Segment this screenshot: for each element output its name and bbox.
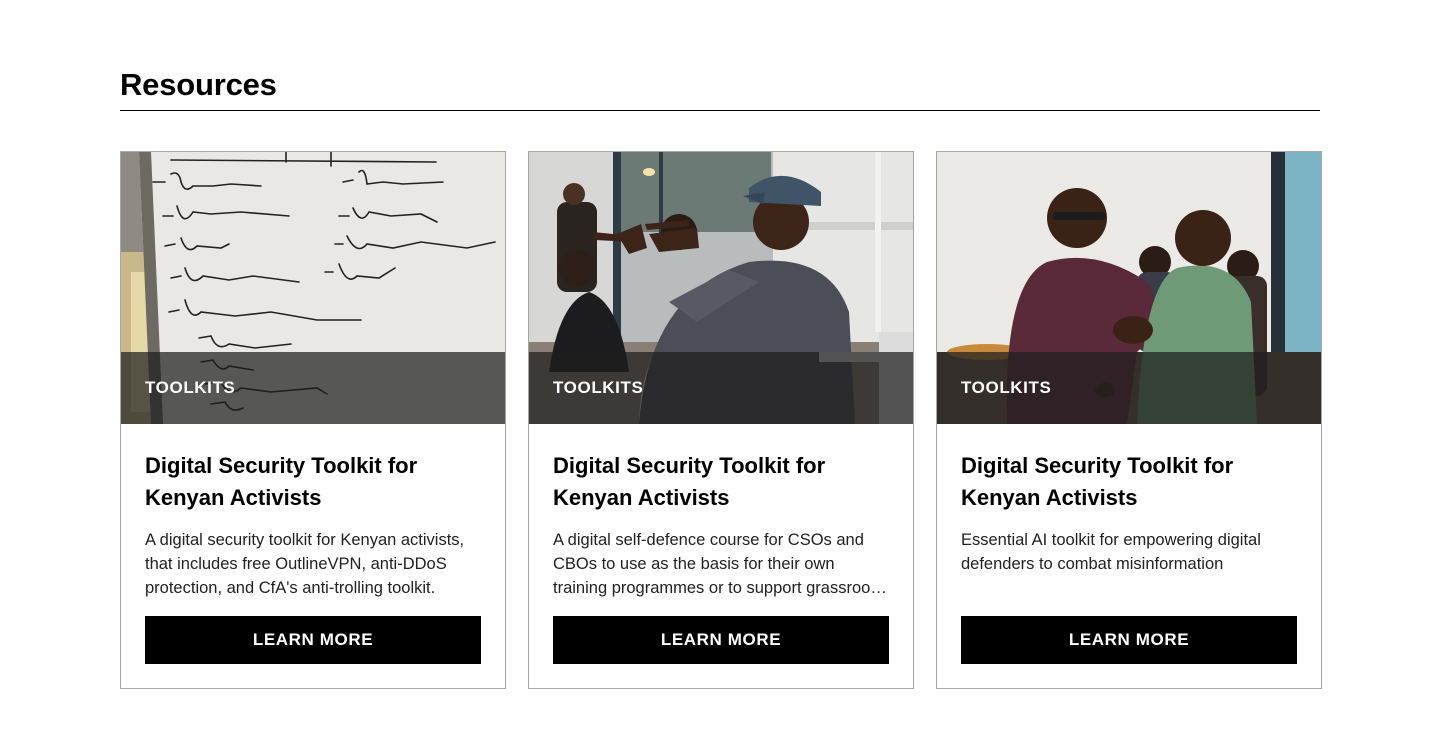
tag-label[interactable]: TOOLKITS: [553, 378, 643, 398]
card-image-greeting[interactable]: TOOLKITS: [937, 152, 1321, 424]
card-description: A digital security toolkit for Kenyan ac…: [145, 531, 465, 597]
tag-overlay: TOOLKITS: [121, 352, 505, 424]
learn-more-button[interactable]: LEARN MORE: [145, 616, 481, 664]
tag-label[interactable]: TOOLKITS: [145, 378, 235, 398]
learn-more-button[interactable]: LEARN MORE: [961, 616, 1297, 664]
card-body: Digital Security Toolkit for Kenyan Acti…: [553, 424, 889, 688]
tag-label[interactable]: TOOLKITS: [961, 378, 1051, 398]
card-title[interactable]: Digital Security Toolkit for Kenyan Acti…: [145, 450, 481, 514]
card-body: Digital Security Toolkit for Kenyan Acti…: [145, 424, 481, 688]
card-image-whiteboard[interactable]: TOOLKITS: [121, 152, 505, 424]
section-title: Resources: [120, 67, 277, 102]
resource-card[interactable]: TOOLKITS Digital Security Toolkit for Ke…: [120, 151, 506, 689]
resource-card[interactable]: TOOLKITS Digital Security Toolkit for Ke…: [528, 151, 914, 689]
card-title[interactable]: Digital Security Toolkit for Kenyan Acti…: [961, 450, 1297, 514]
card-image-workshop[interactable]: TOOLKITS: [529, 152, 913, 424]
resource-card[interactable]: TOOLKITS Digital Security Toolkit for Ke…: [936, 151, 1322, 689]
resources-section: Resources TOOLKITS Digital Security Tool…: [120, 60, 1322, 689]
card-description: A digital self-defence course for CSOs a…: [553, 531, 884, 597]
section-divider: [120, 110, 1320, 111]
tag-overlay: TOOLKITS: [937, 352, 1321, 424]
card-title[interactable]: Digital Security Toolkit for Kenyan Acti…: [553, 450, 889, 514]
card-description: Essential AI toolkit for empowering digi…: [961, 531, 1261, 573]
card-body: Digital Security Toolkit for Kenyan Acti…: [961, 424, 1297, 688]
card-grid: TOOLKITS Digital Security Toolkit for Ke…: [120, 151, 1322, 689]
learn-more-button[interactable]: LEARN MORE: [553, 616, 889, 664]
tag-overlay: TOOLKITS: [529, 352, 913, 424]
